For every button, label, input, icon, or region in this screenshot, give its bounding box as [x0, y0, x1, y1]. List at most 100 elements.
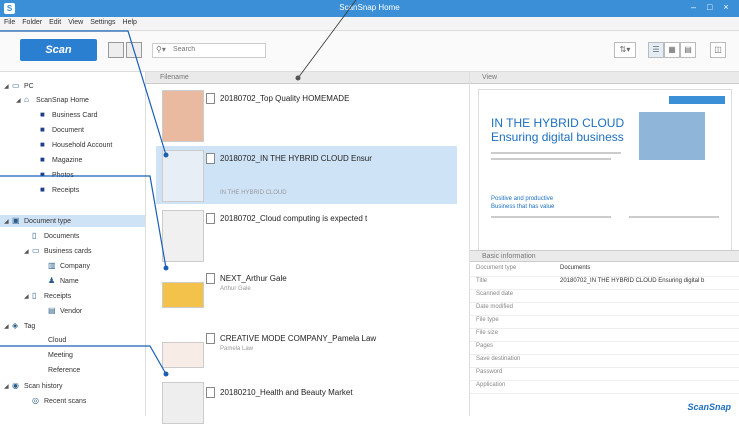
brand-logo: ScanSnap — [687, 402, 731, 412]
list-view-icon[interactable]: ☰ — [648, 42, 664, 58]
thumbnail-view-icon[interactable]: ▤ — [680, 42, 696, 58]
list-item[interactable]: 20180210_Health and Beauty Market — [156, 366, 457, 424]
preview-text-line — [491, 216, 611, 218]
collapse-icon[interactable]: ◢ — [16, 95, 24, 107]
list-item[interactable]: NEXT_Arthur Gale Arthur Gale — [156, 266, 457, 324]
tree-tag-cloud[interactable]: Cloud — [48, 335, 66, 347]
close-icon[interactable]: × — [719, 2, 733, 12]
menu-view[interactable]: View — [64, 17, 86, 26]
menu-help[interactable]: Help — [119, 17, 140, 26]
grid-view-icon[interactable]: ▦ — [664, 42, 680, 58]
tree-tag-meeting[interactable]: Meeting — [48, 350, 73, 362]
tree-company-label: Company — [60, 263, 90, 270]
info-value[interactable]: Documents — [560, 265, 590, 271]
tag-label: Meeting — [48, 352, 73, 359]
view-header[interactable]: View — [470, 72, 739, 84]
tree-vendor-label: Vendor — [60, 308, 83, 315]
sort-icon[interactable]: ⇅▾ — [614, 42, 636, 58]
preview-text-line — [491, 152, 621, 154]
tree-pc[interactable]: ◢ ▭ PC — [4, 80, 34, 92]
tree-vendor[interactable]: ▤ Vendor — [48, 305, 82, 317]
preview-photo — [639, 112, 705, 160]
info-row: Pages — [470, 341, 739, 355]
folder-icon: ■ — [40, 155, 45, 164]
info-label: Scanned date — [476, 291, 514, 297]
tree-folder-household[interactable]: ■ Household Account — [40, 139, 112, 151]
document-title: 20180702_Top Quality HOMEMADE — [220, 94, 350, 103]
info-label: File size — [476, 330, 499, 336]
tree-business-cards-label: Business cards — [44, 248, 92, 255]
maximize-icon[interactable]: □ — [703, 2, 717, 12]
recent-icon: ◎ — [32, 396, 39, 405]
card-icon — [206, 333, 215, 344]
tree-tag[interactable]: ◢ ◈ Tag — [4, 320, 35, 332]
list-header[interactable]: Filename — [146, 72, 469, 84]
menu-edit[interactable]: Edit — [45, 17, 64, 26]
list-item[interactable]: 20180702_Top Quality HOMEMADE — [156, 86, 457, 144]
menu-folder[interactable]: Folder — [18, 17, 45, 26]
tree-recent-scans[interactable]: ◎ Recent scans — [32, 395, 86, 407]
connection-icon[interactable] — [126, 42, 142, 58]
tree-receipts-label: Receipts — [44, 293, 72, 300]
document-preview[interactable]: IN THE HYBRID CLOUD Ensuring digital bus… — [478, 89, 732, 261]
title-bar: S ScanSnap Home – □ × — [0, 0, 739, 17]
preview-text-line — [629, 216, 719, 218]
info-value[interactable]: 20180702_IN THE HYBRID CLOUD Ensuring di… — [560, 278, 704, 284]
card-icon — [206, 273, 215, 284]
menu-settings[interactable]: Settings — [86, 17, 118, 26]
tree-folder-document[interactable]: ■ Document — [40, 124, 84, 136]
tree-business-cards[interactable]: ◢ ▭ Business cards — [24, 245, 91, 257]
collapse-icon[interactable]: ◢ — [4, 81, 12, 93]
tree-pc-label: PC — [24, 83, 34, 90]
info-label: Pages — [476, 343, 494, 349]
document-icon: ▯ — [32, 231, 37, 240]
tree-receipts[interactable]: ◢ ▯ Receipts — [24, 290, 71, 302]
folder-icon: ■ — [40, 185, 45, 194]
collapse-icon[interactable]: ◢ — [24, 291, 32, 303]
sidebar: ◢ ▭ PC ◢ ⌂ ScanSnap Home ■ Business Card ■ Doc… — [0, 72, 146, 416]
menu-file[interactable]: File — [0, 17, 18, 26]
document-title: 20180702_Cloud computing is expected t — [220, 214, 368, 223]
search-input[interactable] — [171, 45, 265, 54]
tag-icon: ◈ — [12, 321, 19, 330]
collapse-icon[interactable]: ◢ — [4, 381, 12, 393]
collapse-icon[interactable]: ◢ — [24, 246, 32, 258]
tree-company[interactable]: ▥ Company — [48, 260, 90, 272]
document-thumbnail — [162, 150, 204, 202]
tree-folder-business-card[interactable]: ■ Business Card — [40, 109, 98, 121]
info-label: Date modified — [476, 304, 514, 310]
menu-bar: File Folder Edit View Settings Help — [0, 17, 739, 31]
collapse-icon[interactable]: ◢ — [4, 216, 12, 228]
tree-folder-photos[interactable]: ■ Photos — [40, 169, 74, 181]
info-header[interactable]: Basic information — [470, 250, 739, 262]
viewer-pane-icon[interactable]: ◫ — [710, 42, 726, 58]
tree-scansnap-home[interactable]: ◢ ⌂ ScanSnap Home — [16, 94, 89, 106]
preview-subheading: Business that has value — [491, 204, 555, 210]
pdf-icon — [206, 213, 215, 224]
tree-name[interactable]: ♟ Name — [48, 275, 79, 287]
tree-folder-receipts[interactable]: ■ Receipts — [40, 184, 79, 196]
list-item-selected[interactable]: 20180702_IN THE HYBRID CLOUD Ensur IN TH… — [156, 146, 457, 204]
tree-folder-magazine[interactable]: ■ Magazine — [40, 154, 82, 166]
info-row: Password — [470, 367, 739, 381]
tree-tag-reference[interactable]: Reference — [48, 365, 80, 377]
toolbar: Scan ⚲▾ ⇅▾ ☰ ▦ ▤ ◫ — [0, 31, 739, 72]
scan-button[interactable]: Scan — [20, 39, 97, 61]
collapse-icon[interactable]: ◢ — [4, 321, 12, 333]
folder-label: Receipts — [52, 187, 80, 194]
scanner-icon[interactable] — [108, 42, 124, 58]
info-label: File type — [476, 317, 499, 323]
info-label: Password — [476, 369, 503, 375]
folder-icon: ■ — [40, 125, 45, 134]
tree-document-type[interactable]: ◢ ▣ Document type — [0, 215, 145, 227]
info-row: Title 20180702_IN THE HYBRID CLOUD Ensuri… — [470, 276, 739, 290]
document-thumbnail — [162, 90, 204, 142]
minimize-icon[interactable]: – — [687, 2, 701, 12]
document-thumbnail — [162, 382, 204, 424]
tree-scan-history[interactable]: ◢ ◉ Scan history — [4, 380, 63, 392]
window-title: ScanSnap Home — [339, 3, 400, 12]
search-box[interactable]: ⚲▾ — [152, 43, 266, 58]
tree-documents[interactable]: ▯ Documents — [32, 230, 79, 242]
list-item[interactable]: 20180702_Cloud computing is expected t — [156, 206, 457, 264]
document-thumbnail — [162, 342, 204, 368]
